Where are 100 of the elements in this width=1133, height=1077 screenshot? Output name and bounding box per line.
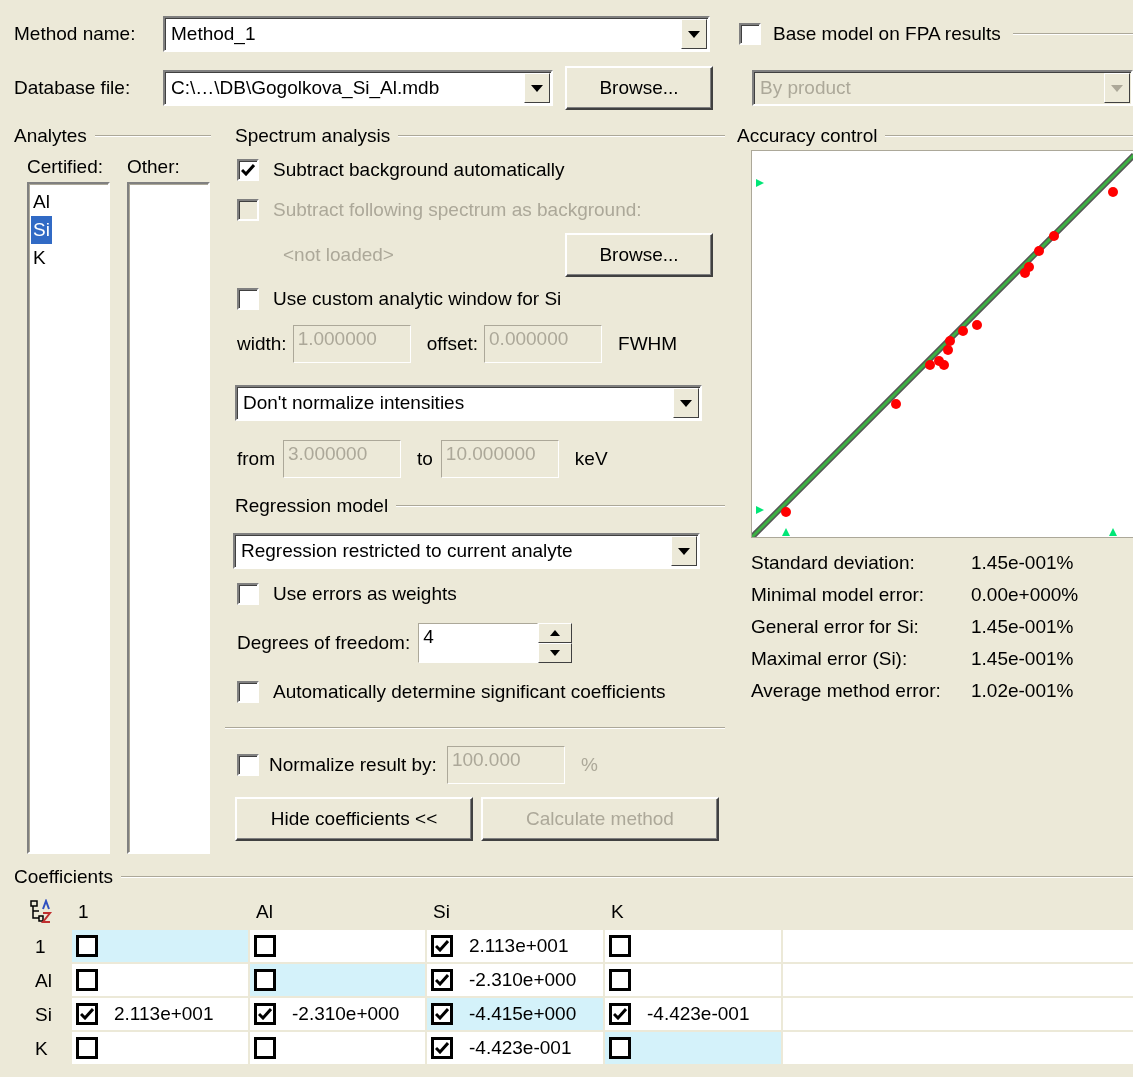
stat-value: 1.45e-001% [971, 616, 1075, 638]
data-point [939, 360, 949, 370]
degrees-field[interactable]: 4 [418, 623, 539, 663]
stat-value: 1.02e-001% [971, 680, 1075, 702]
stat-label: General error for Si: [751, 616, 920, 638]
field-label: from [237, 448, 275, 470]
checkbox-label: Use errors as weights [273, 583, 457, 605]
check-icon [241, 164, 255, 176]
row-header: Si [35, 1004, 52, 1026]
file-path: <not loaded> [283, 244, 394, 266]
checkbox[interactable] [237, 159, 259, 181]
cell-value: 2.113e+001 [469, 935, 569, 957]
data-point [972, 320, 982, 330]
checkbox[interactable] [76, 1037, 98, 1059]
data-point [1034, 246, 1044, 256]
group-title: Coefficients [14, 866, 113, 888]
checkbox[interactable] [609, 969, 631, 991]
checkbox[interactable] [76, 1003, 98, 1025]
cell-value: -4.423e-001 [647, 1003, 750, 1025]
marker-icon [782, 528, 790, 536]
spin-up-button[interactable] [538, 623, 573, 643]
column-header: K [611, 901, 624, 923]
checkbox[interactable] [237, 288, 259, 310]
action-button[interactable]: Hide coefficients << [235, 797, 473, 841]
list-item[interactable]: Al [31, 188, 52, 216]
check-icon [435, 940, 449, 952]
checkbox[interactable] [76, 969, 98, 991]
stat-label: Maximal error (Si): [751, 648, 909, 670]
stat-label: Minimal model error: [751, 584, 926, 606]
stat-value: 1.45e-001% [971, 648, 1075, 670]
caret-icon [531, 84, 543, 92]
cell-value: -2.310e+000 [292, 1003, 400, 1025]
checkbox[interactable] [237, 754, 259, 776]
data-point [925, 360, 935, 370]
checkbox[interactable] [609, 935, 631, 957]
checkbox[interactable] [237, 681, 259, 703]
spin-down-button[interactable] [538, 643, 573, 663]
checkbox[interactable] [609, 1037, 631, 1059]
checkbox[interactable] [609, 1003, 631, 1025]
caret-icon [680, 399, 692, 407]
cell-value: -4.415e+000 [469, 1003, 577, 1025]
group-title: Spectrum analysis [235, 125, 391, 147]
checkbox[interactable] [76, 935, 98, 957]
checkbox[interactable] [431, 935, 453, 957]
checkbox-label: Normalize result by: [269, 754, 437, 776]
unit-label: % [580, 754, 598, 776]
browse-button[interactable]: Browse... [565, 233, 713, 277]
down-arrow-icon [550, 650, 561, 656]
field-label: Database file: [14, 77, 131, 99]
checkbox[interactable] [237, 583, 259, 605]
browse-button[interactable]: Browse... [565, 66, 713, 110]
checkbox[interactable] [254, 1037, 276, 1059]
checkbox[interactable] [254, 1003, 276, 1025]
regression-dropdown[interactable]: Regression restricted to current analyte [233, 533, 700, 569]
field-label: width: [237, 333, 287, 355]
database-file-dropdown[interactable]: C:\…\DB\Gogolkova_Si_Al.mdb [163, 70, 553, 106]
list-item[interactable]: K [31, 244, 48, 272]
checkbox-label: Automatically determine significant coefficients [273, 681, 666, 703]
list-item[interactable]: Si [31, 216, 52, 244]
list-label: Certified: [27, 155, 105, 179]
marker-icon [1109, 528, 1117, 536]
row-header: K [35, 1038, 48, 1060]
sort-icon [29, 899, 55, 925]
data-point [1024, 262, 1034, 272]
checkbox[interactable] [254, 935, 276, 957]
checkbox-label: Subtract background automatically [273, 159, 565, 181]
checkbox-label: Use custom analytic window for Si [273, 288, 562, 310]
up-arrow-icon [550, 630, 561, 636]
checkbox[interactable] [431, 1003, 453, 1025]
check-icon [258, 1008, 272, 1020]
method-name-dropdown[interactable]: Method_1 [163, 16, 710, 52]
list-label: Other: [127, 155, 181, 179]
cell-value: -4.423e-001 [469, 1037, 572, 1059]
stat-label: Average method error: [751, 680, 942, 702]
check-icon [80, 1008, 94, 1020]
checkbox[interactable] [254, 969, 276, 991]
caret-icon [688, 30, 700, 38]
checkbox[interactable] [739, 23, 761, 45]
marker-icon [756, 179, 764, 187]
unit-label: FWHM [618, 333, 678, 355]
checkbox[interactable] [431, 1037, 453, 1059]
other-list[interactable] [127, 182, 210, 854]
check-icon [435, 974, 449, 986]
stat-value: 1.45e-001% [971, 552, 1075, 574]
group-title: Accuracy control [737, 125, 878, 147]
data-point [781, 507, 791, 517]
stat-value: 0.00e+000% [971, 584, 1080, 606]
data-point [1049, 231, 1059, 241]
marker-icon [756, 506, 764, 514]
certified-list[interactable]: Al Si K [27, 182, 110, 854]
check-icon [435, 1042, 449, 1054]
normalize-dropdown[interactable]: Don't normalize intensities [235, 385, 702, 421]
row-header: Al [35, 970, 52, 992]
unit-label: keV [574, 448, 608, 470]
checkbox-label: Base model on FPA results [773, 23, 1001, 45]
checkbox[interactable] [431, 969, 453, 991]
caret-icon [1111, 84, 1123, 92]
cell-value: 2.113e+001 [114, 1003, 214, 1025]
column-header: Si [433, 901, 450, 923]
group-title: Regression model [235, 495, 389, 517]
